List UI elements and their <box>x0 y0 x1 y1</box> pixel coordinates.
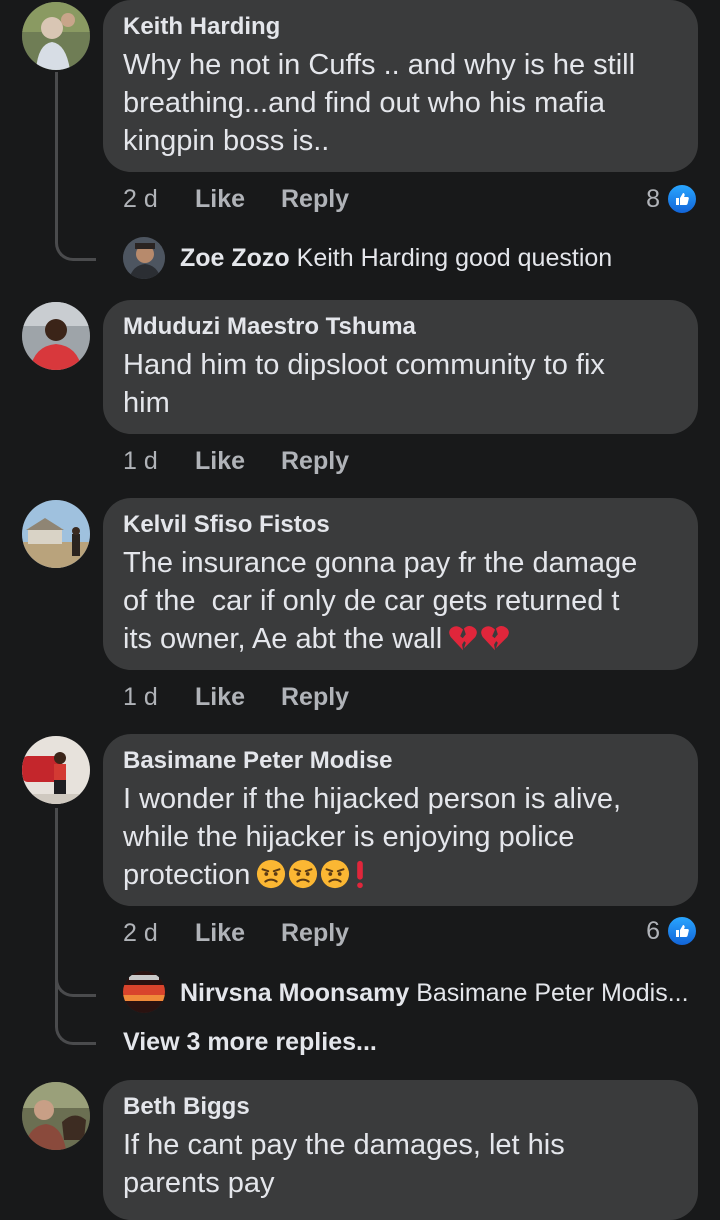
like-button[interactable]: Like <box>195 182 281 216</box>
comment-actions: 2 d Like Reply <box>123 182 349 216</box>
angry-face-icon <box>320 859 352 891</box>
comment-bubble[interactable]: Beth Biggs If he cant pay the damages, l… <box>103 1080 698 1220</box>
reply-button[interactable]: Reply <box>281 182 349 216</box>
comment-text: Why he not in Cuffs .. and why is he sti… <box>123 49 636 157</box>
comment-bubble[interactable]: Mduduzi Maestro Tshuma Hand him to dipsl… <box>103 300 698 434</box>
comment-actions: 1 d Like Reply <box>123 680 349 714</box>
comment-actions: 1 d Like Reply <box>123 444 349 478</box>
thread-connector <box>55 1006 96 1045</box>
comment-time[interactable]: 1 d <box>123 680 195 714</box>
reaction-count-value: 6 <box>646 916 660 945</box>
avatar-beth-biggs[interactable] <box>22 1082 90 1150</box>
comment-author[interactable]: Keith Harding <box>123 12 678 42</box>
comment-text-body: The insurance gonna pay fr the damage of… <box>123 547 638 655</box>
thread-connector <box>55 958 96 997</box>
comment-time[interactable]: 2 d <box>123 182 195 216</box>
avatar-mduduzi-maestro-tshuma[interactable] <box>22 302 90 370</box>
comment-time[interactable]: 2 d <box>123 916 195 950</box>
avatar-kelvil-sfiso-fistos[interactable] <box>22 500 90 568</box>
comment-author[interactable]: Mduduzi Maestro Tshuma <box>123 312 678 342</box>
comment-time[interactable]: 1 d <box>123 444 195 478</box>
comment-bubble[interactable]: Kelvil Sfiso Fistos The insurance gonna … <box>103 498 698 670</box>
comment-text: The insurance gonna pay fr the damage of… <box>123 544 678 658</box>
avatar-keith-harding[interactable] <box>22 2 90 70</box>
view-more-replies-link[interactable]: View 3 more replies... <box>123 1028 377 1057</box>
reply-text: Basimane Peter Modis... <box>416 979 689 1007</box>
reaction-count-value: 8 <box>646 184 660 213</box>
reply-button[interactable]: Reply <box>281 916 349 950</box>
reply-button[interactable]: Reply <box>281 680 349 714</box>
reply-row[interactable]: Nirvsna Moonsamy Basimane Peter Modis... <box>180 977 689 1009</box>
like-button[interactable]: Like <box>195 444 281 478</box>
reply-author[interactable]: Zoe Zozo <box>180 244 290 272</box>
thread-line <box>55 72 58 242</box>
like-icon <box>666 183 698 215</box>
broken-heart-icon <box>442 623 480 655</box>
comment-text: Hand him to dipsloot community to fix hi… <box>123 349 605 419</box>
avatar-basimane-peter-modise[interactable] <box>22 736 90 804</box>
avatar-zoe-zozo[interactable] <box>123 237 165 279</box>
red-exclamation-icon <box>352 859 370 891</box>
comment-text-body: I wonder if the hijacked person is alive… <box>123 783 622 891</box>
reply-button[interactable]: Reply <box>281 444 349 478</box>
thread-line <box>55 808 58 1023</box>
reaction-count[interactable]: 8 <box>646 182 698 216</box>
comment-author[interactable]: Beth Biggs <box>123 1092 678 1122</box>
angry-face-icon <box>288 859 320 891</box>
comment-author[interactable]: Basimane Peter Modise <box>123 746 678 776</box>
broken-heart-icon <box>480 623 512 655</box>
reply-row[interactable]: Zoe Zozo Keith Harding good question <box>180 242 612 274</box>
like-button[interactable]: Like <box>195 916 281 950</box>
reaction-count[interactable]: 6 <box>646 914 698 948</box>
comment-text: I wonder if the hijacked person is alive… <box>123 780 678 894</box>
reply-author[interactable]: Nirvsna Moonsamy <box>180 979 409 1007</box>
comment-bubble[interactable]: Basimane Peter Modise I wonder if the hi… <box>103 734 698 906</box>
comment-author[interactable]: Kelvil Sfiso Fistos <box>123 510 678 540</box>
like-button[interactable]: Like <box>195 680 281 714</box>
comment-text: If he cant pay the damages, let his pare… <box>123 1129 565 1199</box>
comment-actions: 2 d Like Reply <box>123 916 349 950</box>
reply-text: Keith Harding good question <box>296 244 613 272</box>
thread-connector <box>55 222 96 261</box>
like-icon <box>666 915 698 947</box>
comment-bubble[interactable]: Keith Harding Why he not in Cuffs .. and… <box>103 0 698 172</box>
angry-face-icon <box>250 859 288 891</box>
avatar-nirvsna-moonsamy[interactable] <box>123 971 165 1013</box>
